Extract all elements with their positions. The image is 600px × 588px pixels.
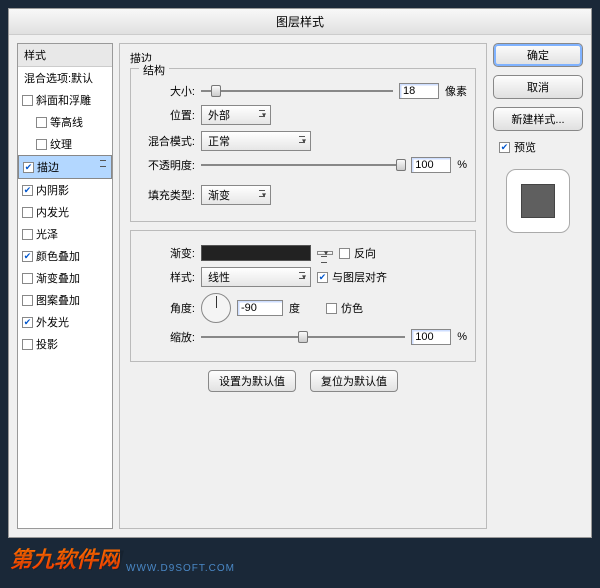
gradient-preview[interactable]	[201, 245, 311, 261]
scale-slider[interactable]	[201, 330, 405, 344]
opacity-input[interactable]: 100	[411, 157, 451, 173]
scale-input[interactable]: 100	[411, 329, 451, 345]
dither-checkbox[interactable]: 仿色	[326, 300, 363, 316]
sidebar-item-label: 投影	[36, 336, 58, 352]
fill-group: 渐变: ▾ 反向 样式: 线性▾ 与图层对齐	[130, 230, 476, 362]
make-default-button[interactable]: 设置为默认值	[208, 370, 296, 392]
checkbox-icon	[22, 339, 33, 350]
sidebar-item[interactable]: 光泽	[18, 223, 112, 245]
angle-unit: 度	[289, 300, 300, 316]
sidebar-item[interactable]: 图案叠加	[18, 289, 112, 311]
dither-chk-box	[326, 303, 337, 314]
align-checkbox[interactable]: 与图层对齐	[317, 269, 387, 285]
position-select[interactable]: 外部▾	[201, 105, 271, 125]
checkbox-icon	[23, 162, 34, 173]
sidebar-item-label: 外发光	[36, 314, 69, 330]
style-select[interactable]: 线性▾	[201, 267, 311, 287]
blendmode-select[interactable]: 正常▾	[201, 131, 311, 151]
checkbox-icon	[22, 185, 33, 196]
watermark-cn: 第九软件网	[10, 542, 120, 574]
styles-sidebar: 样式 混合选项:默认 斜面和浮雕等高线纹理描边内阴影内发光光泽颜色叠加渐变叠加图…	[17, 43, 113, 529]
checkbox-icon	[22, 95, 33, 106]
sidebar-item-label: 光泽	[36, 226, 58, 242]
new-style-button[interactable]: 新建样式...	[493, 107, 583, 131]
align-chk-box	[317, 272, 328, 283]
dialog-right-column: 确定 取消 新建样式... 预览	[493, 43, 583, 529]
watermark-en: WWW.D9SOFT.COM	[126, 563, 235, 574]
opacity-label: 不透明度:	[139, 157, 195, 173]
sidebar-item[interactable]: 描边	[18, 155, 112, 179]
gradient-label: 渐变:	[139, 245, 195, 261]
opacity-unit: %	[457, 159, 467, 171]
cancel-button[interactable]: 取消	[493, 75, 583, 99]
sidebar-item[interactable]: 投影	[18, 333, 112, 355]
sidebar-item-label: 颜色叠加	[36, 248, 80, 264]
sidebar-item[interactable]: 外发光	[18, 311, 112, 333]
size-slider[interactable]	[201, 84, 393, 98]
checkbox-icon	[36, 139, 47, 150]
scale-label: 缩放:	[139, 329, 195, 345]
preview-chk-box	[499, 142, 510, 153]
sidebar-item-label: 内发光	[36, 204, 69, 220]
sidebar-item[interactable]: 内阴影	[18, 179, 112, 201]
preview-checkbox[interactable]: 预览	[499, 139, 583, 155]
reverse-checkbox[interactable]: 反向	[339, 245, 376, 261]
angle-dial[interactable]	[201, 293, 231, 323]
sidebar-item[interactable]: 渐变叠加	[18, 267, 112, 289]
style-label: 样式:	[139, 269, 195, 285]
size-input[interactable]: 18	[399, 83, 439, 99]
preview-square-icon	[521, 184, 555, 218]
ok-button[interactable]: 确定	[493, 43, 583, 67]
checkbox-icon	[22, 207, 33, 218]
checkbox-icon	[36, 117, 47, 128]
blendmode-label: 混合模式:	[139, 133, 195, 149]
preview-swatch	[506, 169, 570, 233]
opacity-slider[interactable]	[201, 158, 405, 172]
stroke-panel: 描边 结构 大小: 18 像素 位置: 外部▾ 混合模式: 正	[119, 43, 487, 529]
structure-group: 结构 大小: 18 像素 位置: 外部▾ 混合模式: 正常▾	[130, 68, 476, 222]
sidebar-item[interactable]: 内发光	[18, 201, 112, 223]
sidebar-item-label: 图案叠加	[36, 292, 80, 308]
sidebar-header[interactable]: 样式	[18, 44, 112, 67]
position-label: 位置:	[139, 107, 195, 123]
sidebar-item[interactable]: 等高线	[18, 111, 112, 133]
sidebar-item-label: 等高线	[50, 114, 83, 130]
reset-default-button[interactable]: 复位为默认值	[310, 370, 398, 392]
angle-label: 角度:	[139, 300, 195, 316]
filltype-select[interactable]: 渐变▾	[201, 185, 271, 205]
sidebar-item-label: 内阴影	[36, 182, 69, 198]
dialog-title: 图层样式	[9, 9, 591, 35]
checkbox-icon	[22, 273, 33, 284]
angle-input[interactable]: -90	[237, 300, 283, 316]
sidebar-item-label: 渐变叠加	[36, 270, 80, 286]
sidebar-item-label: 斜面和浮雕	[36, 92, 91, 108]
checkbox-icon	[22, 229, 33, 240]
reverse-chk-box	[339, 248, 350, 259]
sidebar-item[interactable]: 斜面和浮雕	[18, 89, 112, 111]
sidebar-item[interactable]: 颜色叠加	[18, 245, 112, 267]
watermark: 第九软件网 WWW.D9SOFT.COM	[10, 542, 235, 574]
gradient-dropdown[interactable]: ▾	[317, 251, 333, 255]
structure-legend: 结构	[139, 62, 169, 78]
panel-title: 描边	[130, 50, 476, 66]
size-unit: 像素	[445, 83, 467, 99]
filltype-label: 填充类型:	[139, 187, 195, 203]
sidebar-item-label: 纹理	[50, 136, 72, 152]
sidebar-item[interactable]: 纹理	[18, 133, 112, 155]
sidebar-blend-options[interactable]: 混合选项:默认	[18, 67, 112, 89]
scale-unit: %	[457, 331, 467, 343]
checkbox-icon	[22, 295, 33, 306]
sidebar-item-label: 描边	[37, 159, 59, 175]
size-label: 大小:	[139, 83, 195, 99]
checkbox-icon	[22, 317, 33, 328]
layer-style-dialog: 图层样式 样式 混合选项:默认 斜面和浮雕等高线纹理描边内阴影内发光光泽颜色叠加…	[8, 8, 592, 538]
checkbox-icon	[22, 251, 33, 262]
